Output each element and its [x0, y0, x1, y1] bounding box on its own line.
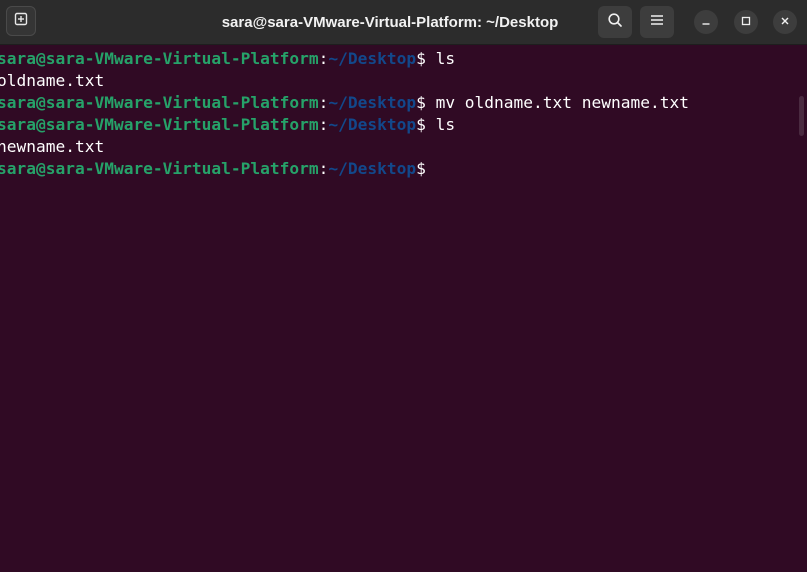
- close-button[interactable]: [773, 10, 797, 34]
- terminal-line-prompt: sara@sara-VMware-Virtual-Platform:~/Desk…: [0, 115, 456, 134]
- terminal-line-prompt: sara@sara-VMware-Virtual-Platform:~/Desk…: [0, 93, 689, 112]
- terminal-line-prompt: sara@sara-VMware-Virtual-Platform:~/Desk…: [0, 159, 426, 178]
- scrollbar-thumb[interactable]: [799, 96, 804, 136]
- new-tab-icon: [13, 11, 29, 32]
- search-button[interactable]: [598, 6, 632, 38]
- terminal-window: sara@sara-VMware-Virtual-Platform: ~/Des…: [0, 0, 807, 572]
- terminal-output-area[interactable]: sara@sara-VMware-Virtual-Platform:~/Desk…: [0, 46, 795, 572]
- window-title: sara@sara-VMware-Virtual-Platform: ~/Des…: [221, 14, 559, 31]
- menu-button[interactable]: [640, 6, 674, 38]
- terminal-line-prompt: sara@sara-VMware-Virtual-Platform:~/Desk…: [0, 49, 456, 68]
- minimize-icon: [701, 13, 711, 31]
- maximize-icon: [741, 13, 751, 31]
- minimize-button[interactable]: [694, 10, 718, 34]
- hamburger-menu-icon: [650, 13, 664, 31]
- terminal-line-output: oldname.txt: [0, 71, 105, 90]
- scrollbar[interactable]: [795, 46, 807, 572]
- new-tab-button[interactable]: [6, 6, 36, 36]
- search-icon: [607, 12, 623, 33]
- terminal-line-output: newname.txt: [0, 137, 105, 156]
- maximize-button[interactable]: [734, 10, 758, 34]
- close-icon: [780, 13, 790, 31]
- title-bar[interactable]: sara@sara-VMware-Virtual-Platform: ~/Des…: [0, 0, 807, 45]
